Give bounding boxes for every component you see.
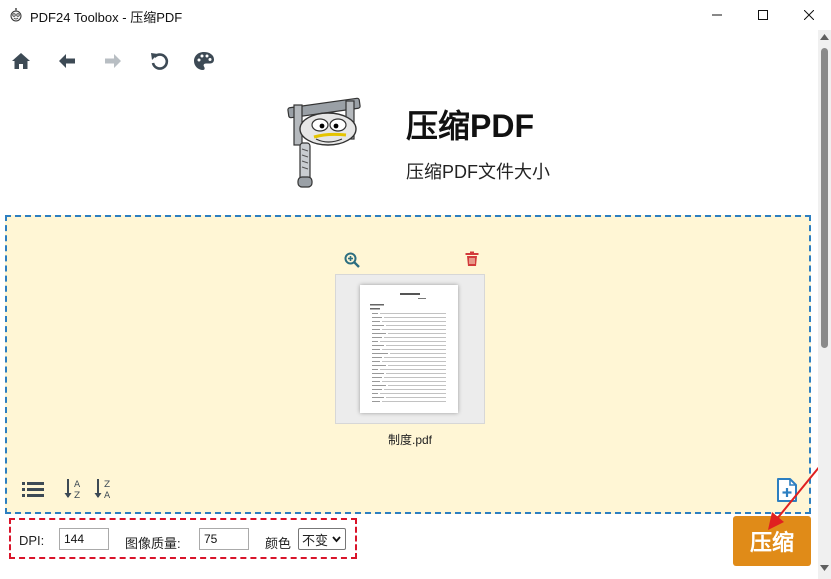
- minimize-button[interactable]: [694, 0, 740, 30]
- zoom-in-icon[interactable]: [344, 252, 360, 268]
- window-title: PDF24 Toolbox - 压缩PDF: [30, 10, 183, 25]
- list-view-icon[interactable]: [21, 477, 45, 501]
- maximize-button[interactable]: [740, 0, 786, 30]
- undo-button[interactable]: [148, 50, 170, 72]
- color-label: 颜色: [265, 536, 292, 551]
- forward-button[interactable]: [102, 50, 124, 72]
- minimize-icon: [712, 14, 722, 16]
- svg-text:Z: Z: [104, 480, 110, 490]
- close-icon: [804, 10, 814, 20]
- pdf24-mascot-icon: [10, 8, 22, 22]
- svg-text:Z: Z: [74, 491, 80, 501]
- pdf-page-preview: [360, 285, 458, 413]
- color-select-value: 不变: [302, 532, 329, 548]
- scrollbar-thumb[interactable]: [821, 48, 828, 348]
- home-icon: [12, 53, 30, 69]
- home-button[interactable]: [10, 50, 32, 72]
- file-thumbnail[interactable]: [335, 274, 485, 424]
- close-button[interactable]: [786, 0, 831, 30]
- theme-button[interactable]: [193, 50, 215, 72]
- chevron-down-icon: [332, 536, 341, 543]
- page-subtitle: 压缩PDF文件大小: [406, 162, 550, 182]
- scroll-up-icon[interactable]: [820, 34, 829, 40]
- file-drop-zone[interactable]: 制度.pdf A Z Z A: [5, 215, 811, 514]
- image-quality-label: 图像质量:: [125, 536, 181, 551]
- scroll-down-icon[interactable]: [820, 565, 829, 571]
- back-button[interactable]: [56, 50, 78, 72]
- sort-a-z-icon[interactable]: A Z: [63, 477, 87, 501]
- file-name: 制度.pdf: [387, 433, 433, 447]
- maximize-icon: [758, 10, 768, 20]
- arrow-annotation: [768, 465, 821, 530]
- dpi-input[interactable]: [59, 528, 109, 550]
- pdf24-press-mascot: [287, 97, 361, 188]
- trash-icon[interactable]: [464, 251, 480, 267]
- sort-z-a-icon[interactable]: Z A: [93, 477, 117, 501]
- svg-text:A: A: [74, 480, 81, 490]
- svg-text:A: A: [104, 491, 111, 501]
- compression-options: DPI: 图像质量: 颜色 不变: [9, 518, 357, 559]
- undo-icon: [151, 53, 169, 70]
- vertical-scrollbar[interactable]: [818, 30, 831, 579]
- palette-icon: [194, 52, 214, 70]
- color-select[interactable]: 不变: [298, 528, 346, 550]
- page-text-lines: [370, 293, 446, 402]
- forward-icon: [105, 54, 121, 68]
- dpi-label: DPI:: [19, 533, 45, 548]
- page-title: 压缩PDF: [406, 108, 535, 144]
- back-icon: [59, 54, 75, 68]
- image-quality-input[interactable]: [199, 528, 249, 550]
- title-bar: PDF24 Toolbox - 压缩PDF: [0, 0, 831, 30]
